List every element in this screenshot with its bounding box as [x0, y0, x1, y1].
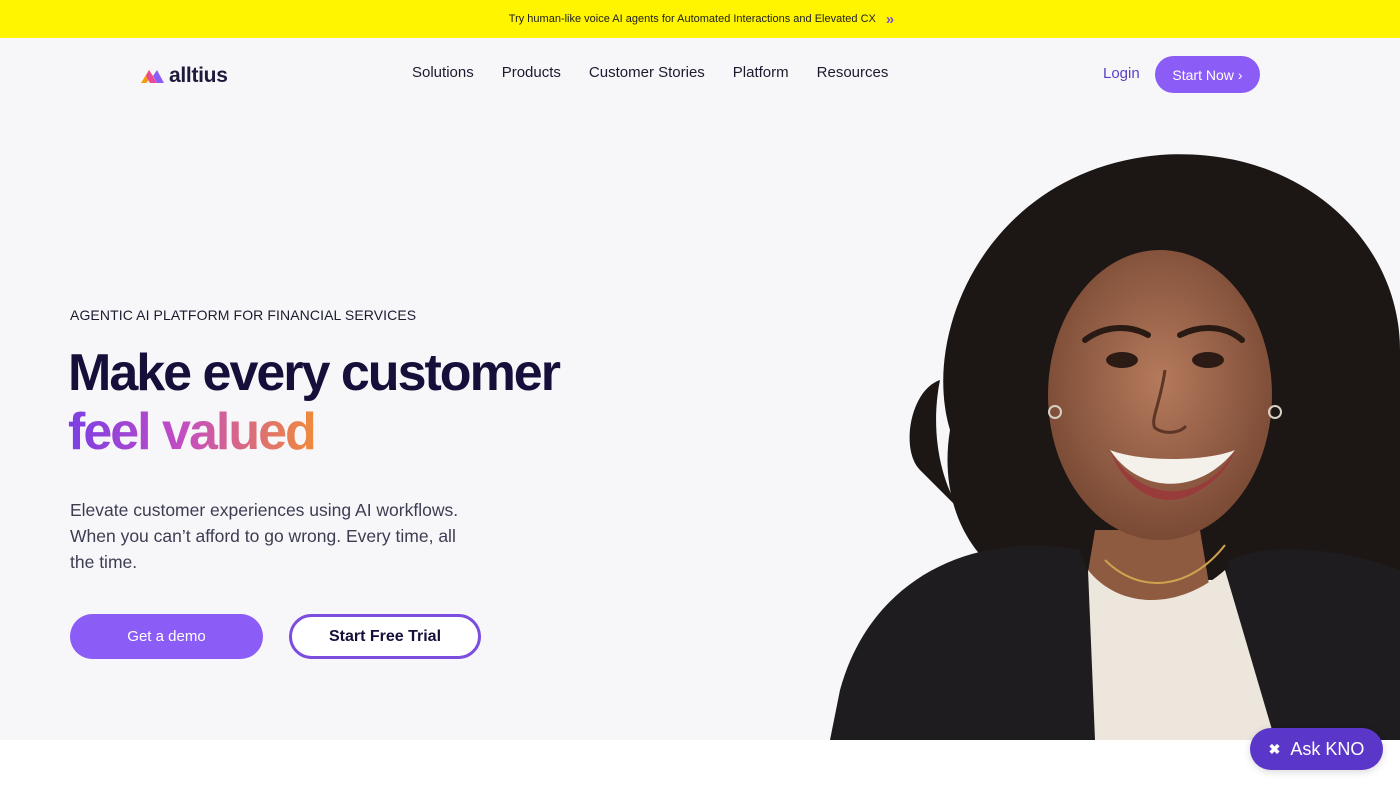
- alltius-logo[interactable]: alltius: [139, 64, 228, 88]
- start-now-button[interactable]: Start Now ›: [1155, 56, 1260, 93]
- announcement-text: Try human-like voice AI agents for Autom…: [508, 13, 876, 25]
- nav-platform[interactable]: Platform: [733, 64, 789, 81]
- chevron-right-icon: ›: [1237, 66, 1243, 83]
- hero-portrait-image: [830, 150, 1400, 740]
- start-now-label: Start Now: [1172, 66, 1234, 83]
- hero-headline: Make every customer: [68, 344, 561, 402]
- get-demo-button[interactable]: Get a demo: [70, 614, 263, 659]
- hero-headline-highlight: feel valued: [68, 403, 317, 461]
- login-link[interactable]: Login: [1103, 65, 1140, 82]
- nav-resources[interactable]: Resources: [817, 64, 889, 81]
- nav-products[interactable]: Products: [502, 64, 561, 81]
- hero-eyebrow: AGENTIC AI PLATFORM FOR FINANCIAL SERVIC…: [70, 307, 417, 323]
- kno-logo-icon: ✖: [1268, 740, 1281, 757]
- logo-text: alltius: [169, 64, 228, 87]
- nav-solutions[interactable]: Solutions: [412, 64, 474, 81]
- top-navigation: alltius Solutions Products Customer Stor…: [0, 38, 1400, 110]
- double-chevron-right-icon: »: [885, 10, 895, 28]
- smiling-woman-illustration: [830, 154, 1400, 740]
- ask-kno-chat-button[interactable]: ✖ Ask KNO: [1250, 728, 1383, 770]
- ask-kno-label: Ask KNO: [1290, 738, 1365, 759]
- announcement-bar[interactable]: Try human-like voice AI agents for Autom…: [0, 0, 1400, 38]
- main-menu: Solutions Products Customer Stories Plat…: [412, 64, 888, 81]
- nav-customer-stories[interactable]: Customer Stories: [589, 64, 705, 81]
- start-free-trial-button[interactable]: Start Free Trial: [289, 614, 481, 659]
- hero-subtext: Elevate customer experiences using AI wo…: [70, 500, 459, 572]
- alltius-logo-icon: [141, 70, 164, 83]
